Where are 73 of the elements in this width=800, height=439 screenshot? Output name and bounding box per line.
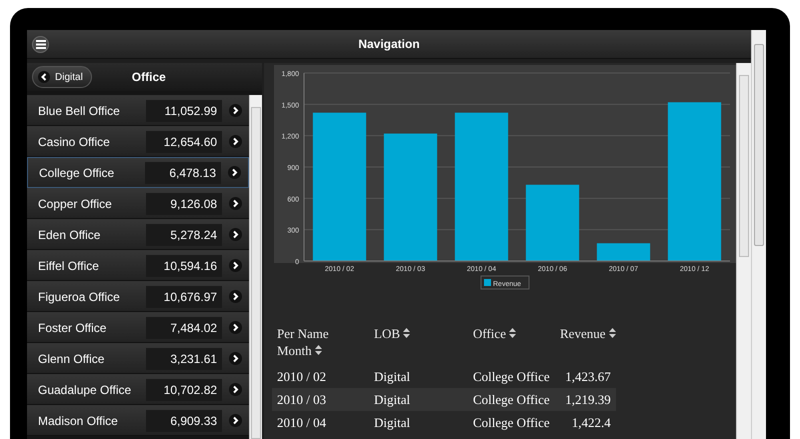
office-value: 11,052.99: [146, 100, 222, 122]
menu-button[interactable]: [32, 36, 49, 52]
table-cell: College Office: [468, 411, 555, 434]
office-name: Eiffel Office: [38, 258, 100, 272]
office-name: Madison Office: [38, 414, 119, 428]
office-value: 3,231.61: [146, 348, 222, 370]
office-value: 7,484.02: [146, 316, 222, 338]
chevron-right-icon: [229, 321, 242, 334]
office-name: Copper Office: [38, 196, 113, 210]
chevron-right-icon: [229, 228, 242, 241]
office-name: Casino Office: [38, 134, 111, 148]
office-value: 6,909.33: [146, 410, 222, 432]
office-value: 5,278.24: [146, 224, 222, 246]
header-title: Navigation: [357, 37, 421, 51]
office-list-item[interactable]: Figueroa Office 10,676.97: [27, 281, 250, 312]
sort-icon: [608, 328, 616, 338]
revenue-bar: [596, 243, 650, 261]
table-cell: Digital: [369, 365, 468, 388]
sort-icon: [314, 345, 322, 355]
office-name: Foster Office: [38, 320, 108, 334]
office-name: Guadalupe Office: [38, 382, 132, 396]
office-name: Eden Office: [38, 228, 102, 242]
chevron-right-icon: [229, 104, 242, 117]
office-value: 9,126.08: [146, 192, 222, 214]
office-name: Figueroa Office: [38, 290, 121, 304]
office-value: 10,702.82: [146, 378, 222, 400]
table-cell: College Office: [468, 388, 555, 411]
sort-icon: [509, 328, 516, 338]
office-list-item[interactable]: Blue Bell Office 11,052.99: [27, 95, 250, 126]
office-list-item[interactable]: Foster Office 7,484.02: [27, 312, 250, 343]
table-cell: 1,422.4: [555, 411, 616, 434]
table-cell: 2010 / 03: [272, 388, 369, 411]
table-cell: College Office: [468, 365, 555, 388]
table-cell: 1,423.67: [555, 365, 616, 388]
menu-icon: [36, 40, 46, 48]
office-list-item[interactable]: Casino Office 12,654.60: [27, 126, 250, 157]
chevron-right-icon: [228, 166, 242, 179]
office-name: Blue Bell Office: [38, 104, 121, 118]
table-cell: 2010 / 02: [272, 365, 369, 388]
office-name: Glenn Office: [38, 352, 106, 366]
scrollbar[interactable]: [736, 63, 752, 439]
column-header[interactable]: Revenue: [555, 325, 616, 365]
sort-icon: [403, 328, 410, 338]
column-header[interactable]: LOB: [369, 325, 468, 365]
office-list-item[interactable]: Eiffel Office 10,594.16: [27, 250, 250, 281]
chevron-right-icon: [229, 290, 242, 303]
office-name: College Office: [39, 166, 116, 180]
office-list-item[interactable]: Eden Office 5,278.24: [27, 219, 250, 250]
table-cell: Digital: [369, 411, 468, 434]
column-header[interactable]: Per Name Month: [272, 325, 369, 365]
scrollbar[interactable]: [751, 30, 766, 439]
office-list-item[interactable]: Madison Office 6,909.33: [27, 405, 250, 436]
office-list-item[interactable]: Glenn Office 3,231.61: [27, 343, 250, 374]
table-cell: 2010 / 04: [272, 411, 369, 434]
chevron-right-icon: [229, 197, 242, 210]
chevron-right-icon: [229, 352, 242, 365]
office-value: 10,676.97: [146, 286, 222, 308]
table-cell: Digital: [369, 388, 468, 411]
office-value: 10,594.16: [146, 254, 222, 276]
column-header[interactable]: Office: [468, 325, 555, 365]
office-value: 12,654.60: [146, 130, 222, 152]
chevron-right-icon: [229, 259, 242, 272]
office-value: 6,478.13: [145, 162, 222, 184]
office-list-item[interactable]: Guadalupe Office 10,702.82: [27, 374, 250, 405]
office-list-item[interactable]: Copper Office 9,126.08: [27, 188, 250, 219]
chevron-right-icon: [229, 414, 242, 427]
office-list-item[interactable]: College Office 6,478.13: [27, 157, 250, 188]
back-button[interactable]: Digital: [32, 66, 92, 88]
scrollbar[interactable]: [249, 95, 262, 439]
table-cell: 1,219.39: [555, 388, 616, 411]
panel-title: Office: [132, 70, 166, 84]
chevron-right-icon: [229, 383, 242, 396]
chevron-right-icon: [229, 135, 242, 148]
